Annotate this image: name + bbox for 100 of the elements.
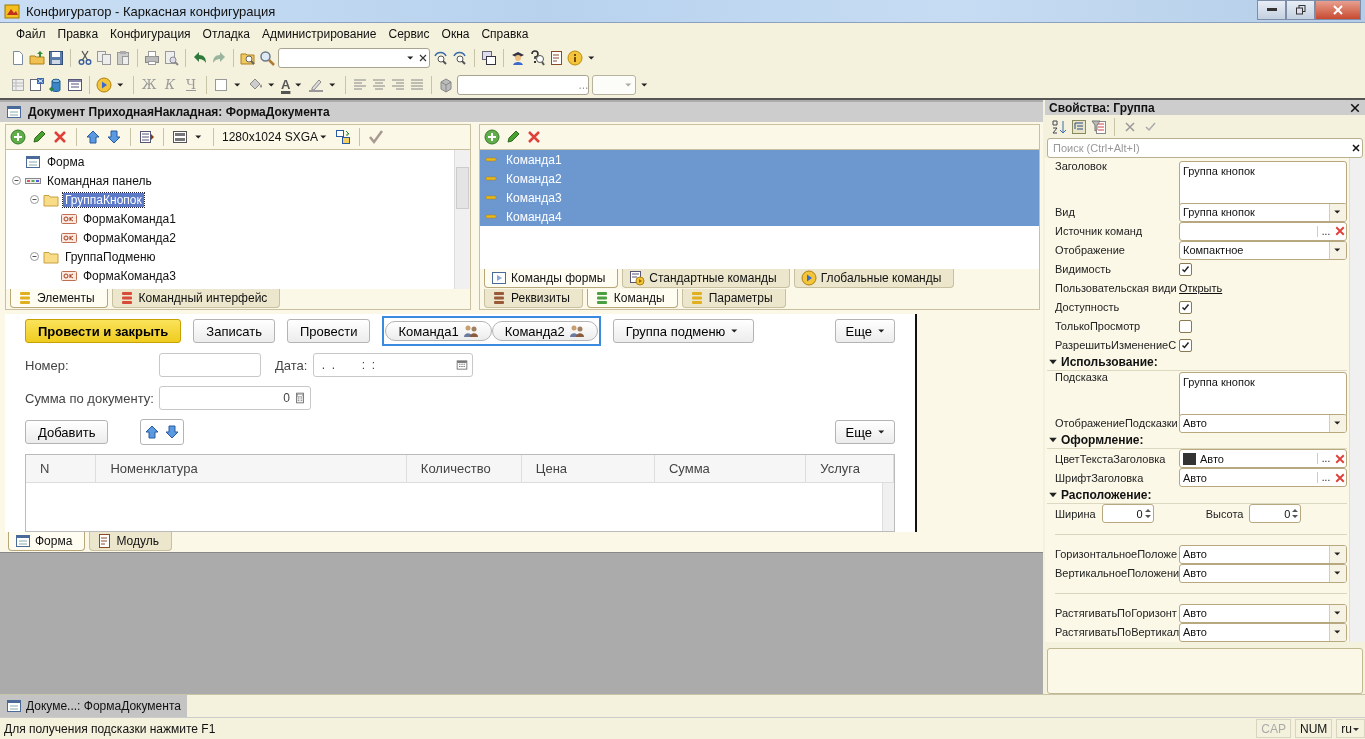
button-group[interactable]: Команда1 Команда2 <box>382 316 601 346</box>
number-field[interactable] <box>159 353 261 377</box>
add-button[interactable]: Добавить <box>25 420 109 444</box>
tree-item[interactable]: ГруппаКнопок <box>63 192 144 207</box>
text-area[interactable]: Группа кнопок <box>1179 371 1347 418</box>
choice-field[interactable]: Авто ... <box>1179 468 1347 488</box>
collapse-icon[interactable] <box>30 195 39 204</box>
panel-page-icon[interactable] <box>139 129 155 145</box>
ellipsis-button[interactable]: ... <box>1317 453 1334 465</box>
table-icon[interactable] <box>67 76 83 93</box>
choice-field[interactable]: ... <box>1179 221 1347 241</box>
tab[interactable]: Командный интерфейс <box>111 289 281 308</box>
number-field[interactable]: 0 <box>1101 504 1154 524</box>
add-icon[interactable] <box>10 129 26 145</box>
number-field[interactable]: 0 <box>1249 504 1302 524</box>
column-header[interactable]: Количество <box>406 455 522 482</box>
search-icon[interactable] <box>259 50 275 66</box>
checkbox[interactable] <box>1179 319 1192 333</box>
checkbox[interactable] <box>1179 338 1192 352</box>
search-prev-icon[interactable] <box>452 50 468 66</box>
clear-icon[interactable] <box>417 52 429 64</box>
scrollbar[interactable] <box>1349 157 1365 642</box>
close-icon[interactable] <box>1349 101 1361 114</box>
checkbox[interactable] <box>1179 262 1192 276</box>
menu-item[interactable]: Файл <box>10 27 52 41</box>
collapse-icon[interactable] <box>12 176 21 185</box>
restore-button[interactable] <box>1286 0 1315 20</box>
filter-icon[interactable] <box>1091 118 1107 135</box>
more-button[interactable]: Еще <box>834 319 895 343</box>
menu-item[interactable]: Окна <box>435 27 476 41</box>
more-button[interactable]: Еще <box>834 420 895 444</box>
delete-icon[interactable] <box>52 129 68 145</box>
tab[interactable]: Стандартные команды <box>622 269 790 288</box>
move-up-icon[interactable] <box>144 424 161 440</box>
tab[interactable]: Модуль <box>89 532 172 551</box>
menu-item[interactable]: Правка <box>51 27 105 41</box>
print-preview-icon[interactable] <box>163 50 179 66</box>
database-icon[interactable] <box>48 76 64 93</box>
document-icon[interactable] <box>548 50 564 66</box>
dropdown-field[interactable]: Авто <box>1179 622 1347 642</box>
move-down-icon[interactable] <box>106 129 122 145</box>
column-header[interactable]: Цена <box>521 455 655 482</box>
tree-item[interactable]: Форма <box>45 154 87 169</box>
pencil-icon[interactable] <box>505 129 521 145</box>
tab[interactable]: Команды <box>586 289 678 308</box>
font-color-button[interactable]: A <box>281 77 291 92</box>
scrollbar[interactable] <box>882 483 894 531</box>
form-button[interactable]: Записать <box>193 319 275 343</box>
window-icon[interactable] <box>29 76 45 93</box>
window-tab[interactable]: Докуме...: ФормаДокумента <box>0 695 187 717</box>
search-box[interactable]: Поиск (Ctrl+Alt+I) <box>1047 138 1363 158</box>
tree-view-icon[interactable] <box>1071 118 1087 135</box>
move-up-icon[interactable] <box>85 129 101 145</box>
tab[interactable]: Глобальные команды <box>793 269 955 288</box>
tab[interactable]: Параметры <box>681 289 786 308</box>
tab[interactable]: Форма <box>8 532 86 551</box>
open-link[interactable]: Открыть <box>1179 282 1223 295</box>
tree-item[interactable]: Командная панель <box>45 173 154 188</box>
tree-item[interactable]: ГруппаПодменю <box>63 249 158 264</box>
date-field[interactable]: . . : : <box>313 353 474 377</box>
column-header[interactable]: Услуга <box>806 455 894 482</box>
tree-item[interactable]: ФормаКоманда2 <box>81 230 178 245</box>
new-page-icon[interactable] <box>10 50 26 66</box>
clipboard-icon[interactable] <box>115 50 131 66</box>
menu-item[interactable]: Справка <box>475 27 535 41</box>
graduate-icon[interactable] <box>510 50 526 66</box>
column-header[interactable]: Номенклатура <box>96 455 407 482</box>
color-field[interactable]: Авто ... <box>1179 449 1347 469</box>
ellipsis-button[interactable]: ... <box>1317 472 1334 484</box>
search-next-icon[interactable] <box>433 50 449 66</box>
collapse-icon[interactable] <box>30 252 39 261</box>
calculator-icon[interactable] <box>294 392 306 404</box>
post-close-button[interactable]: Провести и закрыть <box>25 319 182 343</box>
printer-icon[interactable] <box>144 50 160 66</box>
windows-icon[interactable] <box>481 50 497 66</box>
floppy-icon[interactable] <box>48 50 64 66</box>
check-icon[interactable] <box>368 129 385 145</box>
minimize-button[interactable] <box>1257 0 1286 20</box>
text-area[interactable]: Группа кнопок <box>1179 160 1347 207</box>
menu-item[interactable]: Сервис <box>382 27 436 41</box>
resolution-dropdown[interactable]: 1280x1024 SXGA <box>222 130 331 144</box>
tab[interactable]: Команды формы <box>484 269 619 288</box>
menu-item[interactable]: Администрирование <box>256 27 383 41</box>
calendar-icon[interactable] <box>456 359 469 371</box>
add-icon[interactable] <box>484 129 500 145</box>
move-down-icon[interactable] <box>164 424 181 440</box>
play-icon[interactable] <box>96 76 112 93</box>
command-button[interactable]: Команда1 <box>385 321 492 341</box>
amount-field[interactable]: 0 <box>159 386 311 410</box>
delete-icon[interactable] <box>526 129 542 145</box>
close-button[interactable] <box>1315 0 1361 20</box>
sort-icon[interactable] <box>1051 118 1067 135</box>
tree-item[interactable]: ФормаКоманда1 <box>81 211 178 226</box>
search-field[interactable]: Поиск (Ctrl+Alt+I) <box>1051 141 1350 156</box>
language-selector[interactable]: ru <box>1336 719 1365 738</box>
open-folder-icon[interactable] <box>29 50 45 66</box>
menu-item[interactable]: Отладка <box>196 27 257 41</box>
dropdown-field[interactable]: Авто <box>1179 563 1347 583</box>
pencil-icon[interactable] <box>31 129 47 145</box>
checkbox[interactable] <box>1179 300 1192 314</box>
